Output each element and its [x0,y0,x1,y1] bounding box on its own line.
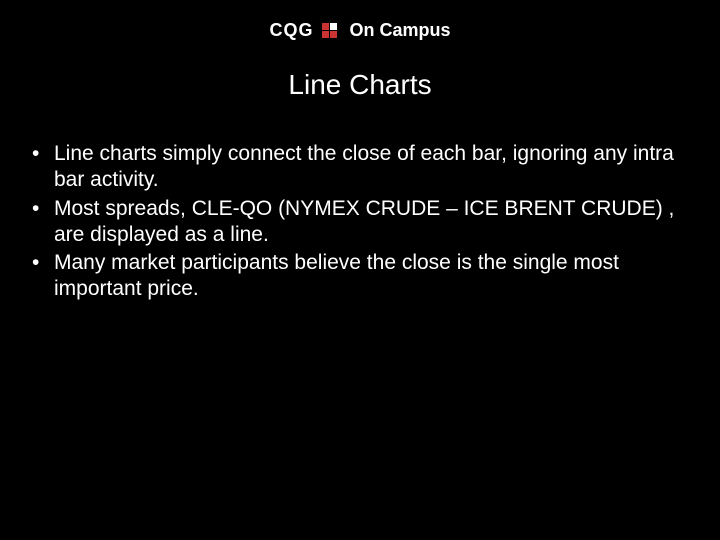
logo-program-text: On Campus [350,20,451,41]
slide-header: CQG On Campus [0,0,720,41]
list-item: Most spreads, CLE-QO (NYMEX CRUDE – ICE … [28,196,680,249]
bullet-list: Line charts simply connect the close of … [28,141,680,303]
slide-content: Line charts simply connect the close of … [0,141,720,303]
list-item: Line charts simply connect the close of … [28,141,680,194]
logo-text: CQG [269,20,313,41]
logo-squares-icon [322,23,338,39]
slide-title: Line Charts [0,69,720,101]
list-item: Many market participants believe the clo… [28,250,680,303]
